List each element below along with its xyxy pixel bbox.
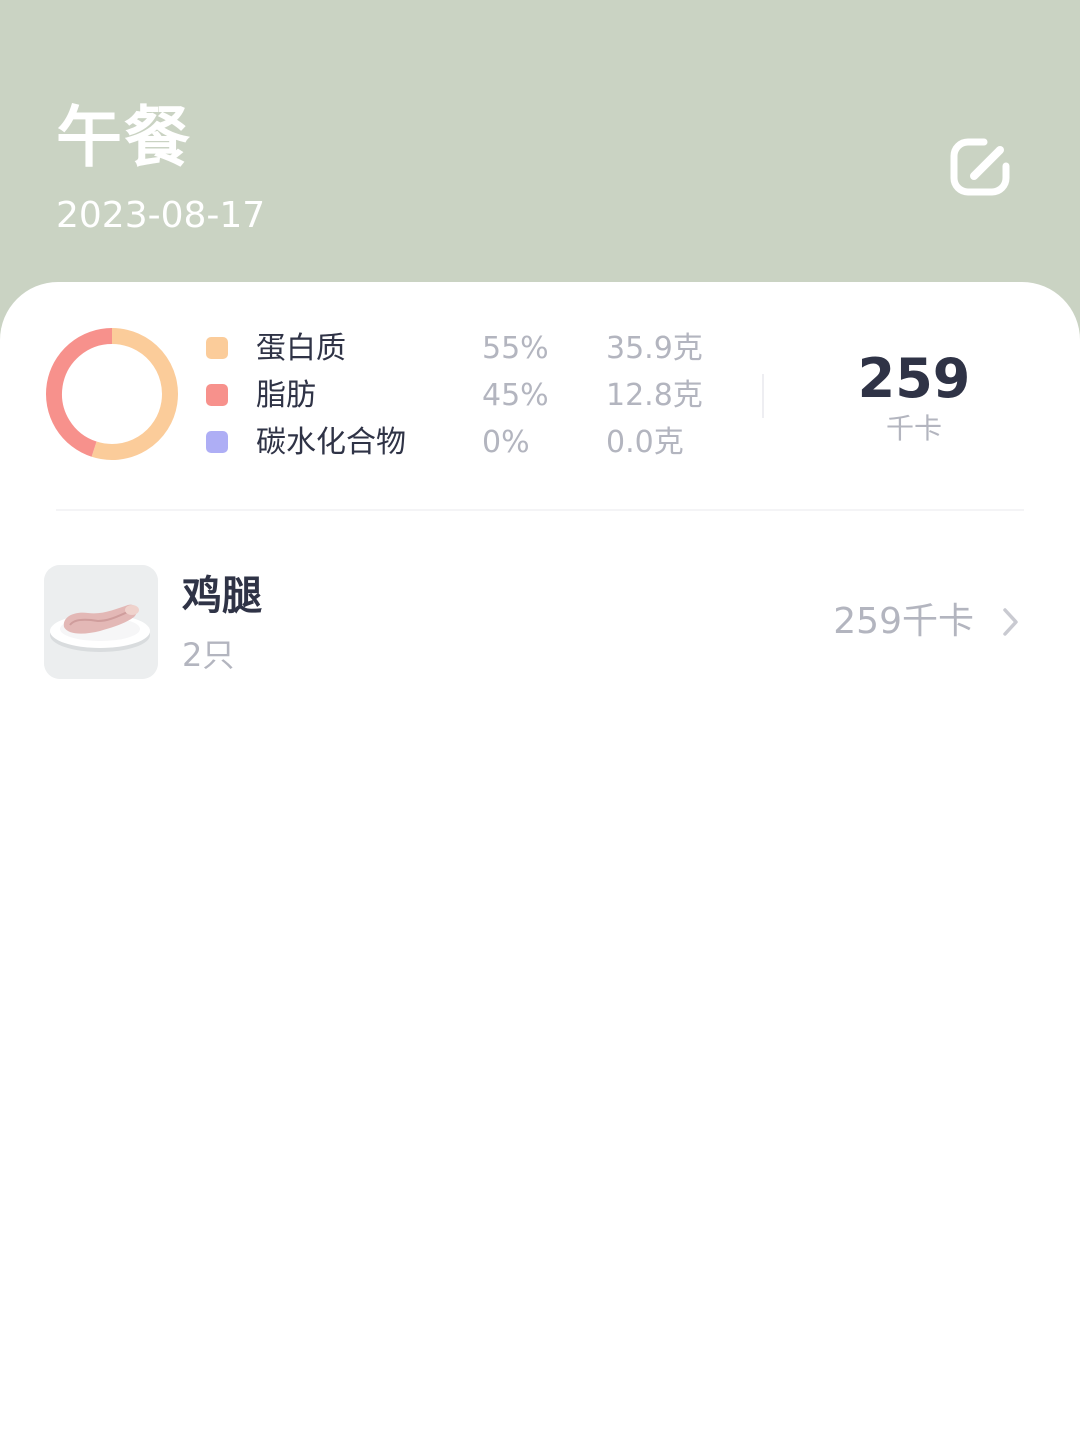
edit-button[interactable] [948,134,1014,200]
nutrient-name: 脂肪 [256,378,316,413]
header: 午餐 2023-08-17 [0,0,1080,320]
legend-row-protein: 蛋白质 55% 35.9克 [0,326,740,372]
carbs-swatch [206,431,228,453]
nutrient-percent: 0% [482,425,530,460]
nutrient-percent: 45% [482,378,549,413]
nutrient-name: 碳水化合物 [256,425,406,460]
nutrient-grams: 12.8克 [606,378,703,413]
chicken-leg-plate-image [44,565,158,679]
nutrient-percent: 55% [482,331,549,366]
food-kcal: 259千卡 [833,601,974,642]
meal-title: 午餐 [56,99,192,176]
meal-card: 蛋白质 55% 35.9克 脂肪 45% 12.8克 碳水化合物 0% 0.0克… [0,282,1080,1440]
total-kcal-unit: 千卡 [885,412,942,445]
nutrient-grams: 35.9克 [606,331,703,366]
chevron-right-icon [1003,608,1018,636]
nutrient-grams: 0.0克 [606,425,684,460]
legend-row-fat: 脂肪 45% 12.8克 [0,373,740,419]
nutrient-name: 蛋白质 [256,331,346,366]
meal-date: 2023-08-17 [56,195,266,236]
protein-swatch [206,337,228,359]
food-name: 鸡腿 [182,573,262,619]
edit-icon [950,138,1010,196]
total-kcal-value: 259 [857,347,971,410]
fat-swatch [206,384,228,406]
food-quantity: 2只 [182,636,235,674]
legend-row-carbs: 碳水化合物 0% 0.0克 [0,420,740,466]
food-list-item[interactable]: 鸡腿 2只 259千卡 [0,552,1080,692]
section-divider [56,509,1024,511]
vertical-divider [762,374,764,418]
